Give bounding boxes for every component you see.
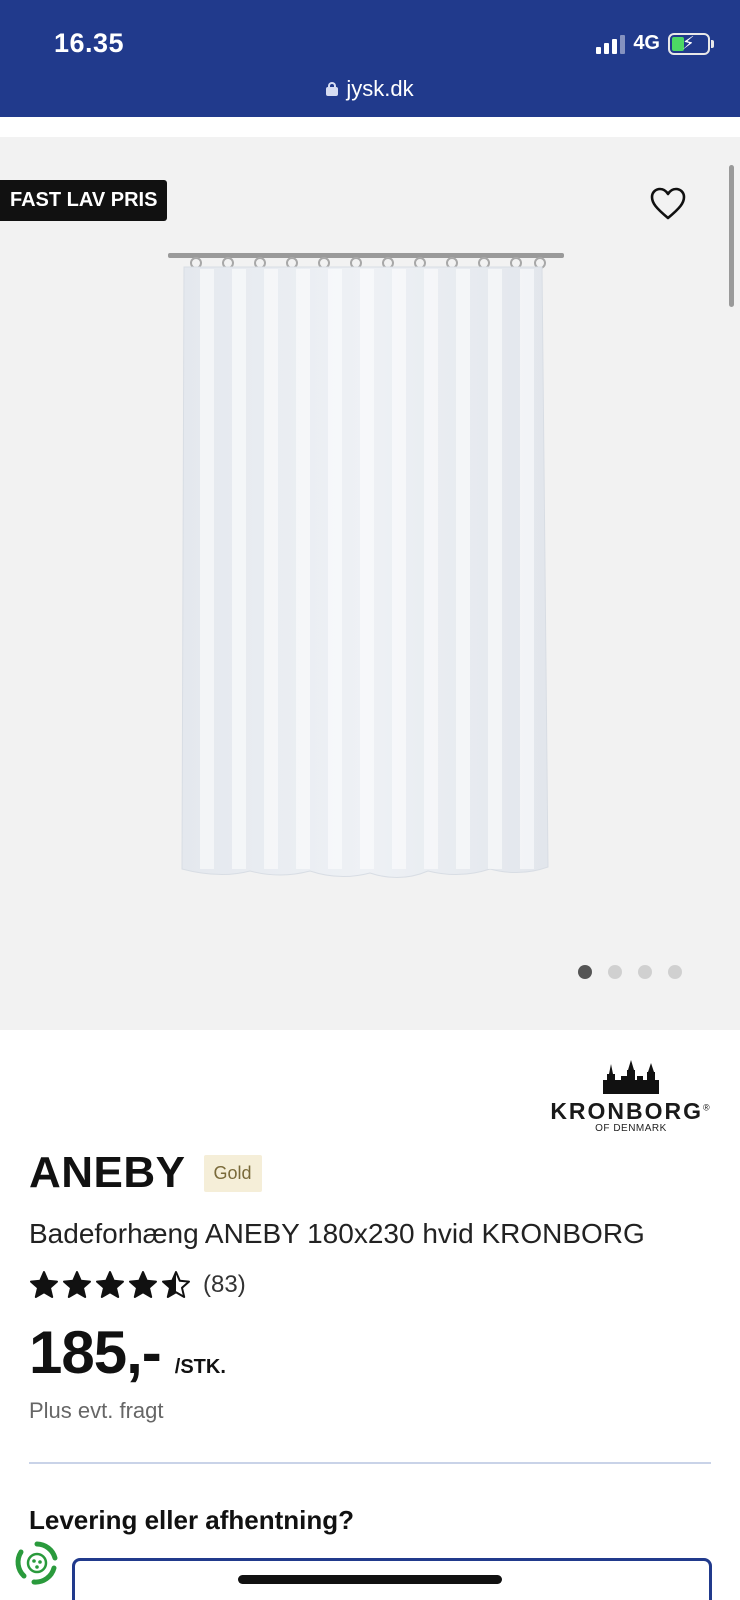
- section-divider: [29, 1462, 711, 1464]
- url-text: jysk.dk: [346, 76, 414, 101]
- lock-icon: [326, 82, 339, 96]
- price-row: 185,- /STK.: [29, 1318, 226, 1387]
- product-price: 185,-: [29, 1319, 162, 1386]
- price-unit: /STK.: [174, 1356, 226, 1378]
- image-pagination[interactable]: [578, 965, 682, 979]
- battery-charging-icon: ⚡: [668, 32, 714, 55]
- shipping-note: Plus evt. fragt: [29, 1398, 164, 1423]
- star-full-icon: [63, 1271, 91, 1298]
- product-rating[interactable]: (83): [29, 1270, 246, 1300]
- product-title: ANEBY: [29, 1148, 186, 1197]
- brand-logo[interactable]: KRONBORG® OF DENMARK: [548, 1060, 714, 1134]
- shower-curtain-image: [168, 253, 564, 878]
- castle-logo-icon: [603, 1060, 659, 1094]
- star-full-icon: [96, 1271, 124, 1298]
- network-type: 4G: [633, 32, 660, 54]
- home-indicator[interactable]: [238, 1575, 502, 1584]
- pagination-dot[interactable]: [608, 965, 622, 979]
- recycle-badge-icon[interactable]: [12, 1538, 62, 1588]
- brand-name: KRONBORG: [550, 1098, 704, 1124]
- status-and-url-bar: 16.35 4G ⚡ jysk.dk: [0, 0, 740, 117]
- star-full-icon: [129, 1271, 157, 1298]
- address-bar[interactable]: jysk.dk: [0, 76, 740, 102]
- pagination-dot[interactable]: [578, 965, 592, 979]
- pagination-dot[interactable]: [668, 965, 682, 979]
- star-half-icon: [162, 1271, 190, 1298]
- favorite-heart-icon[interactable]: [650, 187, 686, 221]
- signal-icon: [596, 34, 626, 54]
- page-scrollbar[interactable]: [729, 165, 734, 307]
- status-indicators: 4G ⚡: [596, 32, 714, 55]
- review-count[interactable]: (83): [203, 1271, 246, 1299]
- rating-stars: [29, 1270, 191, 1300]
- delivery-heading: Levering eller afhentning?: [29, 1505, 355, 1535]
- status-time: 16.35: [54, 28, 125, 58]
- product-title-row: ANEBY Gold: [29, 1148, 262, 1198]
- product-description: Badeforhæng ANEBY 180x230 hvid KRONBORG: [29, 1218, 645, 1249]
- product-image-gallery[interactable]: FAST LAV PRIS: [0, 137, 740, 1030]
- star-full-icon: [30, 1271, 58, 1298]
- registered-mark: ®: [703, 1102, 712, 1113]
- price-badge: FAST LAV PRIS: [0, 180, 168, 221]
- quality-tier-badge: Gold: [203, 1154, 262, 1192]
- pagination-dot[interactable]: [638, 965, 652, 979]
